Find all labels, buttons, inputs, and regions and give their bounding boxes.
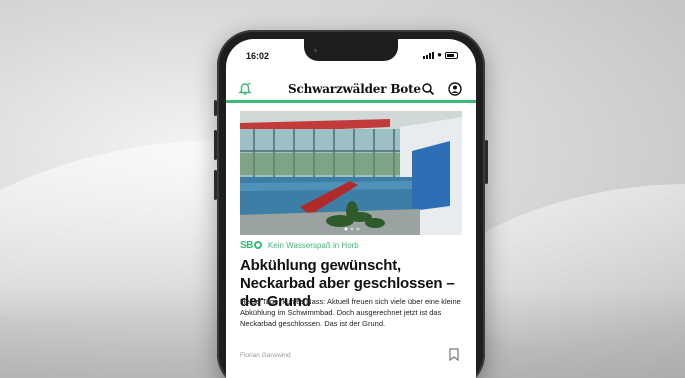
article-image[interactable] bbox=[240, 111, 462, 235]
wifi-icon: ● bbox=[437, 50, 442, 59]
status-icons: ● bbox=[423, 51, 458, 59]
phone-mute-switch bbox=[214, 100, 217, 116]
phone-volume-down bbox=[214, 170, 217, 200]
phone-screen: 16:02 ● Schwarzwälder Bote SB Kein Wasse… bbox=[226, 39, 476, 378]
app-logo[interactable]: Schwarzwälder Bote bbox=[288, 82, 421, 96]
source-logo: SB bbox=[240, 240, 262, 251]
notch-sensor bbox=[314, 49, 317, 52]
article-author: Florian Ganswind bbox=[240, 352, 291, 359]
status-time: 16:02 bbox=[246, 51, 270, 61]
battery-icon bbox=[445, 51, 458, 59]
article-kicker: SB Kein Wasserspaß in Horb bbox=[240, 240, 359, 251]
app-header: Schwarzwälder Bote bbox=[226, 77, 476, 103]
phone-power-button bbox=[485, 140, 488, 184]
account-icon[interactable] bbox=[448, 82, 462, 96]
phone-notch bbox=[304, 39, 398, 61]
source-logo-ring bbox=[253, 241, 262, 249]
signal-icon bbox=[423, 51, 435, 59]
phone-volume-up bbox=[214, 130, 217, 160]
search-icon[interactable] bbox=[421, 82, 435, 96]
bookmark-icon[interactable] bbox=[448, 348, 460, 361]
article-teaser[interactable]: Heiße Tage, kühles Nass: Aktuell freuen … bbox=[240, 296, 462, 329]
bell-icon[interactable] bbox=[238, 82, 252, 96]
kicker-text[interactable]: Kein Wasserspaß in Horb bbox=[268, 241, 359, 250]
